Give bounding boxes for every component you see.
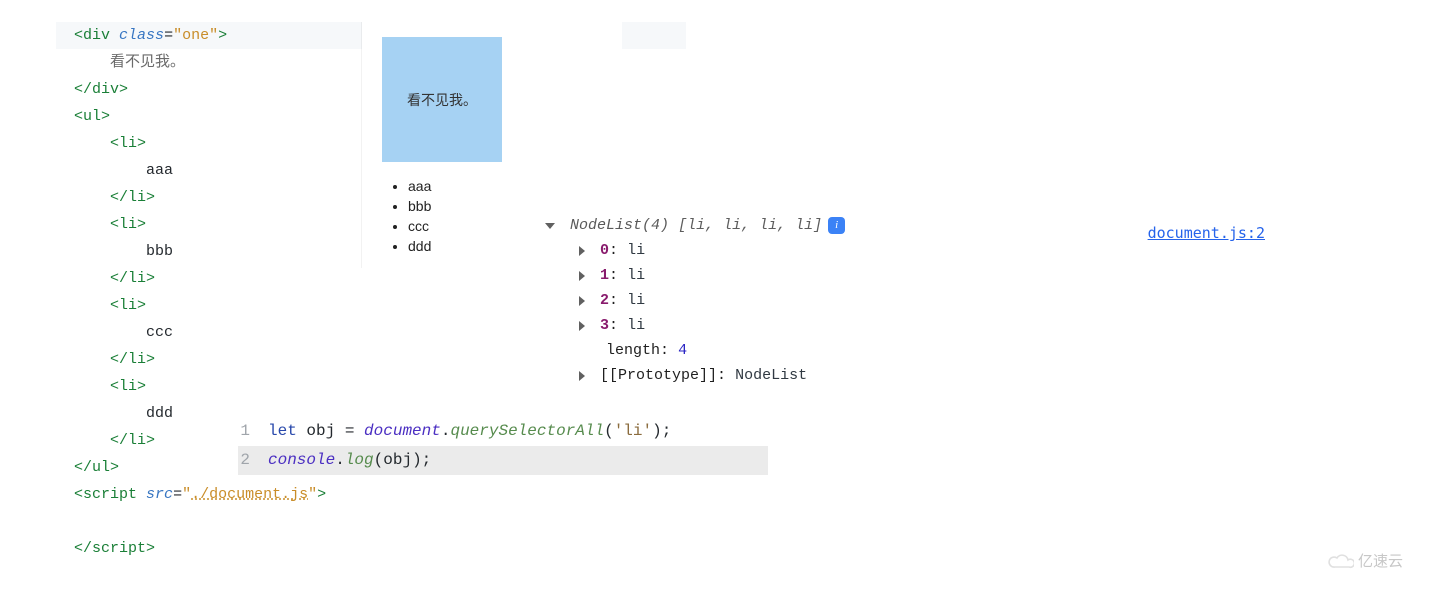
disclosure-triangle-open-icon[interactable]	[545, 223, 555, 229]
prop-label: [[Prototype]]	[600, 363, 717, 388]
object-type: NodeList	[570, 217, 642, 234]
object: document	[364, 422, 441, 440]
code-line: <script src="./document.js">	[56, 481, 686, 508]
disclosure-triangle-icon[interactable]	[579, 371, 585, 381]
object-preview: [li, li, li, li]	[678, 213, 822, 238]
value: li	[627, 263, 645, 288]
console-entry[interactable]: [[Prototype]]: NodeList	[579, 363, 1265, 388]
console-entry: length: 4	[579, 338, 1265, 363]
disclosure-triangle-icon[interactable]	[579, 321, 585, 331]
identifier: obj	[306, 422, 335, 440]
attr-value: ./document.js	[191, 486, 308, 503]
prop-value: NodeList	[735, 363, 807, 388]
value: li	[627, 288, 645, 313]
text-node: ccc	[146, 324, 173, 341]
box-text: 看不见我。	[407, 90, 477, 110]
value: li	[627, 238, 645, 263]
value: li	[627, 313, 645, 338]
object-count: (4)	[642, 217, 669, 234]
code-line: </script>	[56, 535, 686, 562]
line-number: 2	[238, 446, 268, 475]
method: querySelectorAll	[450, 422, 604, 440]
info-icon[interactable]: i	[828, 217, 845, 234]
attr-value: one	[182, 27, 209, 44]
text-node: bbb	[146, 243, 173, 260]
cloud-icon	[1328, 552, 1354, 570]
console-entry[interactable]: 3: li	[579, 313, 1265, 338]
prop-label: length	[606, 338, 660, 363]
disclosure-triangle-icon[interactable]	[579, 246, 585, 256]
text-node: 看不见我。	[110, 54, 185, 71]
text-node: ddd	[146, 405, 173, 422]
console-body: 0: li 1: li 2: li 3: li length: 4 [[Prot…	[579, 238, 1265, 388]
watermark-text: 亿速云	[1358, 550, 1403, 571]
identifier: obj	[383, 451, 412, 469]
js-source-code: 1 let obj = document.querySelectorAll('l…	[238, 417, 768, 475]
code-line	[56, 508, 686, 535]
preview-div-one: 看不见我。	[382, 37, 502, 162]
index: 0	[600, 238, 609, 263]
watermark: 亿速云	[1328, 550, 1403, 571]
code-line: 1 let obj = document.querySelectorAll('l…	[238, 417, 768, 446]
list-item: aaa	[408, 176, 602, 196]
console-entry[interactable]: 2: li	[579, 288, 1265, 313]
console-output: document.js:2 NodeList(4) [li, li, li, l…	[545, 213, 1265, 388]
method: log	[345, 451, 374, 469]
disclosure-triangle-icon[interactable]	[579, 296, 585, 306]
source-link[interactable]: document.js:2	[1148, 221, 1265, 246]
console-entry[interactable]: 1: li	[579, 263, 1265, 288]
object: console	[268, 451, 335, 469]
disclosure-triangle-icon[interactable]	[579, 271, 585, 281]
prop-value: 4	[678, 338, 687, 363]
string-arg: 'li'	[614, 422, 652, 440]
text-node: aaa	[146, 162, 173, 179]
keyword: let	[268, 422, 297, 440]
index: 2	[600, 288, 609, 313]
index: 1	[600, 263, 609, 288]
line-number: 1	[238, 417, 268, 446]
code-line: 2 console.log(obj);	[238, 446, 768, 475]
index: 3	[600, 313, 609, 338]
